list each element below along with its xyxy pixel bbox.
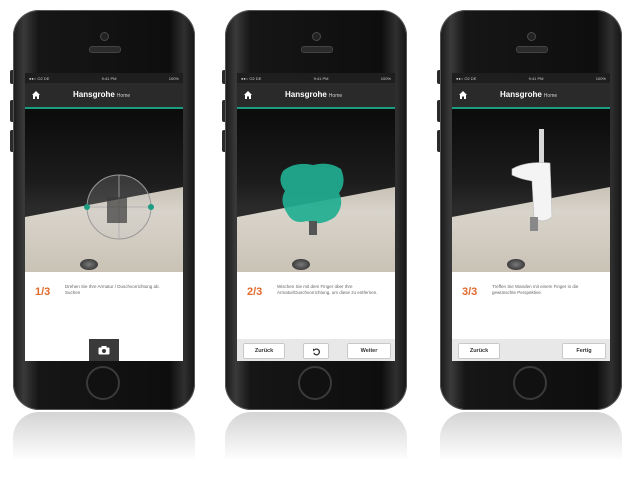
step-counter: 1/3 — [35, 286, 51, 298]
instruction-panel: 2/3 Wischen Sie mit dem Finger über Ihre… — [237, 272, 395, 361]
instruction-panel: 3/3 Treffen Sie Wanden mit einem Finger … — [452, 272, 610, 361]
virtual-faucet[interactable] — [452, 109, 610, 272]
step-counter: 2/3 — [247, 286, 263, 298]
carrier-label: ●●○ O2 DE — [29, 75, 50, 81]
phone-2: ●●○ O2 DE 9:41 PM 100% Hansgrohe Home 2/3… — [222, 10, 407, 410]
brand-title: Hansgrohe Home — [285, 90, 343, 99]
undo-icon — [312, 347, 320, 355]
status-bar: ●●○ O2 DE 9:41 PM 100% — [452, 73, 610, 83]
back-button[interactable]: Zurück — [243, 343, 285, 359]
speaker-grille — [516, 46, 548, 53]
front-camera — [312, 32, 321, 41]
instruction-text: Drehen Sie Ihre Armatur / Duschvorrichtu… — [65, 284, 160, 296]
time-label: 9:41 PM — [313, 75, 329, 81]
undo-button[interactable] — [303, 343, 329, 359]
home-icon[interactable] — [458, 90, 468, 100]
ar-camera-view[interactable] — [25, 109, 183, 272]
brand-title: Hansgrohe Home — [73, 90, 131, 99]
ar-camera-view[interactable]: 3D 2D — [452, 109, 610, 303]
home-icon[interactable] — [31, 90, 41, 100]
drain — [292, 259, 310, 270]
instruction-text: Treffen Sie Wanden mit einem Finger in d… — [492, 284, 579, 296]
speaker-grille — [89, 46, 121, 53]
front-camera — [100, 32, 109, 41]
screen-1: ●●○ O2 DE 9:41 PM 100% Hansgrohe Home 1/3… — [25, 73, 183, 361]
carrier-label: ●●○ O2 DE — [241, 75, 262, 81]
status-bar: ●●○ O2 DE 9:41 PM 100% — [25, 73, 183, 83]
erase-brush-overlay[interactable] — [237, 109, 395, 272]
phone-3: ●●○ O2 DE 9:41 PM 100% HansgroheHome 3D … — [437, 10, 622, 410]
time-label: 9:41 PM — [101, 75, 117, 81]
home-button[interactable] — [513, 366, 547, 400]
screen-3: ●●○ O2 DE 9:41 PM 100% HansgroheHome 3D … — [452, 73, 610, 361]
home-button[interactable] — [86, 366, 120, 400]
time-label: 9:41 PM — [528, 75, 544, 81]
screen-2: ●●○ O2 DE 9:41 PM 100% Hansgrohe Home 2/3… — [237, 73, 395, 361]
speaker-grille — [301, 46, 333, 53]
home-button[interactable] — [298, 366, 332, 400]
status-bar: ●●○ O2 DE 9:41 PM 100% — [237, 73, 395, 83]
back-button[interactable]: Zurück — [458, 343, 500, 359]
capture-button[interactable] — [89, 339, 119, 361]
battery-label: 100% — [380, 75, 391, 81]
done-button[interactable]: Fertig — [562, 343, 606, 359]
next-button[interactable]: Weiter — [347, 343, 391, 359]
action-bar: Zurück Weiter — [237, 339, 395, 361]
instruction-panel: 1/3 Drehen Sie Ihre Armatur / Duschvorri… — [25, 272, 183, 361]
home-icon[interactable] — [243, 90, 253, 100]
action-bar: Zurück Fertig — [452, 339, 610, 361]
step-counter: 3/3 — [462, 286, 478, 298]
faucet-target-overlay[interactable] — [25, 109, 183, 272]
ar-camera-view[interactable] — [237, 109, 395, 272]
phone-1: ●●○ O2 DE 9:41 PM 100% Hansgrohe Home 1/3… — [10, 10, 195, 410]
camera-icon — [98, 345, 110, 354]
app-header: Hansgrohe Home — [452, 83, 610, 109]
front-camera — [527, 32, 536, 41]
brand-title: Hansgrohe Home — [500, 90, 558, 99]
drain — [80, 259, 98, 270]
drain — [507, 259, 525, 270]
battery-label: 100% — [595, 75, 606, 81]
instruction-text: Wischen Sie mit dem Finger über Ihre Arm… — [277, 284, 378, 296]
carrier-label: ●●○ O2 DE — [456, 75, 477, 81]
app-header: Hansgrohe Home — [237, 83, 395, 109]
app-header: Hansgrohe Home — [25, 83, 183, 109]
battery-label: 100% — [168, 75, 179, 81]
